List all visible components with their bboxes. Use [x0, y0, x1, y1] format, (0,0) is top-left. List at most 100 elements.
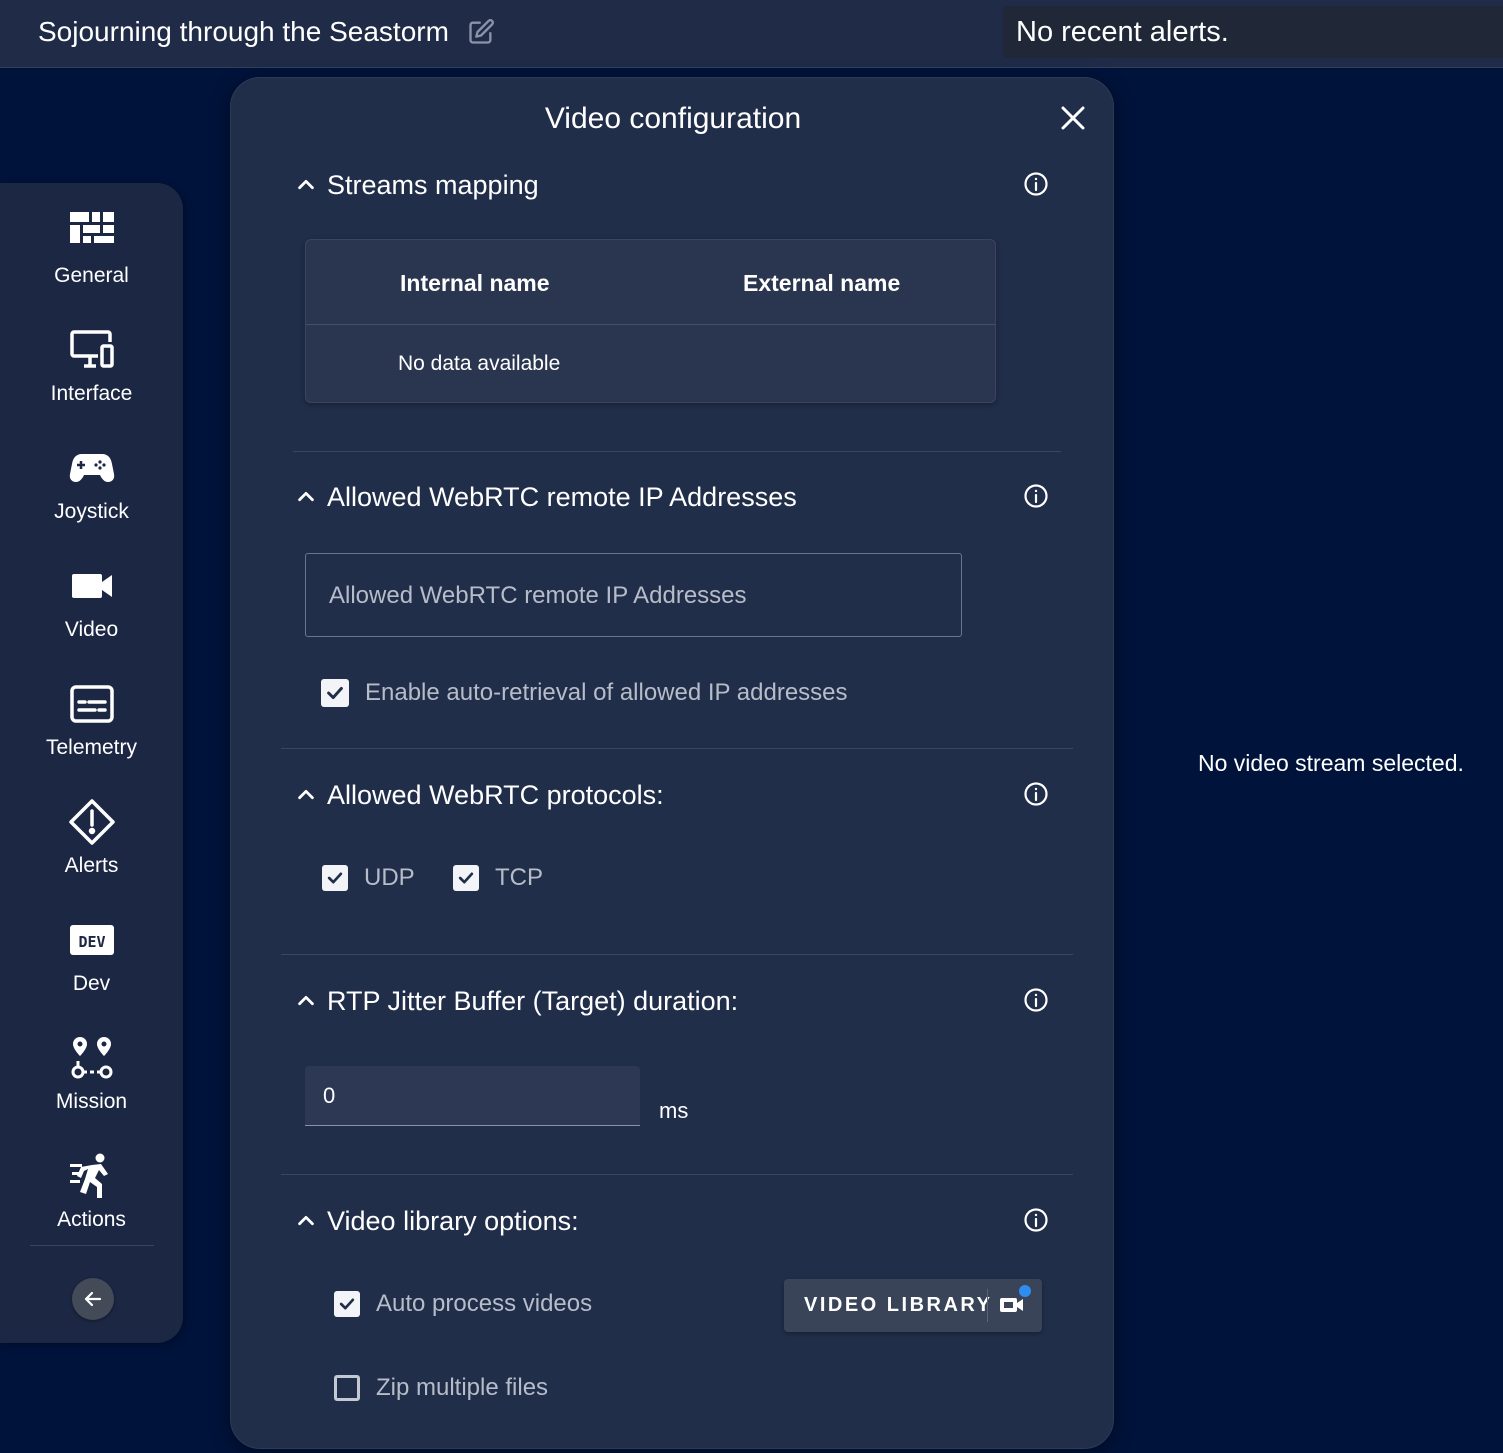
sidebar-item-alerts[interactable]: Alerts: [0, 779, 183, 897]
sidebar-item-label: Telemetry: [45, 736, 138, 759]
udp-checkbox-row[interactable]: UDP: [322, 864, 415, 892]
zip-files-checkbox-row[interactable]: Zip multiple files: [334, 1374, 548, 1402]
zip-files-label: Zip multiple files: [376, 1374, 549, 1401]
sidebar-item-label: Mission: [55, 1090, 128, 1113]
info-icon[interactable]: [1023, 781, 1049, 807]
collapse-sidebar-button[interactable]: [72, 1278, 114, 1320]
edit-icon[interactable]: [467, 18, 495, 46]
udp-checkbox[interactable]: [322, 865, 348, 891]
tcp-checkbox[interactable]: [453, 865, 479, 891]
devices-icon: [69, 330, 114, 368]
udp-label: UDP: [364, 864, 415, 891]
section-divider: [281, 748, 1073, 749]
section-title: Video library options:: [327, 1205, 579, 1236]
ip-addresses-input[interactable]: Allowed WebRTC remote IP Addresses: [305, 553, 962, 637]
table-empty-message: No data available: [398, 352, 561, 375]
check-icon: [339, 1298, 355, 1310]
zip-files-checkbox[interactable]: [334, 1375, 360, 1401]
jitter-buffer-unit: ms: [659, 1098, 689, 1123]
auto-retrieval-label: Enable auto-retrieval of allowed IP addr…: [365, 679, 848, 706]
section-title: RTP Jitter Buffer (Target) duration:: [327, 985, 739, 1016]
config-sidebar: General Interface Joystick Video Telemet…: [0, 183, 183, 1343]
check-icon: [327, 872, 343, 884]
sidebar-item-label: Alerts: [64, 854, 119, 877]
column-header-external-name[interactable]: External name: [743, 270, 900, 297]
auto-retrieval-checkbox[interactable]: [321, 679, 349, 707]
auto-retrieval-checkbox-row[interactable]: Enable auto-retrieval of allowed IP addr…: [321, 679, 848, 707]
section-title: Allowed WebRTC protocols:: [327, 779, 664, 810]
no-video-message: No video stream selected.: [1198, 750, 1464, 776]
sidebar-divider: [30, 1245, 154, 1246]
sidebar-item-label: Interface: [50, 382, 133, 405]
table-header-divider: [306, 324, 995, 325]
info-icon[interactable]: [1023, 1207, 1049, 1233]
auto-process-label: Auto process videos: [376, 1290, 593, 1317]
section-header-video-library[interactable]: Video library options:: [295, 1203, 579, 1239]
info-icon[interactable]: [1023, 987, 1049, 1013]
video-camera-icon: [71, 574, 112, 598]
sidebar-item-label: Dev: [72, 972, 111, 995]
chevron-up-icon: [298, 995, 314, 1006]
section-header-protocols[interactable]: Allowed WebRTC protocols:: [295, 777, 664, 813]
chevron-up-icon: [298, 491, 314, 502]
sidebar-item-interface[interactable]: Interface: [0, 307, 183, 425]
sidebar-item-video[interactable]: Video: [0, 543, 183, 661]
chevron-up-icon: [298, 789, 314, 800]
close-icon[interactable]: [1057, 102, 1089, 134]
top-bar: Sojourning through the Seastorm No recen…: [0, 0, 1503, 68]
alerts-text: No recent alerts.: [1016, 16, 1229, 48]
mission-name: Sojourning through the Seastorm: [38, 16, 449, 47]
tcp-label: TCP: [495, 864, 543, 891]
jitter-buffer-value: 0: [323, 1083, 336, 1108]
mission-title: Sojourning through the Seastorm: [38, 16, 495, 48]
sidebar-item-telemetry[interactable]: Telemetry: [0, 661, 183, 779]
check-icon: [458, 872, 474, 884]
ip-addresses-placeholder: Allowed WebRTC remote IP Addresses: [329, 582, 747, 609]
sidebar-item-general[interactable]: General: [0, 189, 183, 307]
auto-process-checkbox[interactable]: [334, 1291, 360, 1317]
alert-diamond-icon: [68, 799, 115, 845]
run-fast-icon: [69, 1153, 108, 1198]
sidebar-item-actions[interactable]: Actions: [0, 1133, 183, 1251]
tcp-checkbox-row[interactable]: TCP: [453, 864, 543, 892]
button-divider: [987, 1289, 988, 1322]
notification-badge: [1019, 1285, 1031, 1297]
info-icon[interactable]: [1023, 483, 1049, 509]
app-root: Sojourning through the Seastorm No recen…: [0, 0, 1503, 1453]
info-icon[interactable]: [1023, 171, 1049, 197]
section-divider: [293, 451, 1061, 452]
auto-process-checkbox-row[interactable]: Auto process videos: [334, 1290, 592, 1318]
section-header-jitter-buffer[interactable]: RTP Jitter Buffer (Target) duration:: [295, 983, 738, 1019]
chevron-up-icon: [298, 179, 314, 190]
check-icon: [327, 686, 343, 700]
arrow-left-icon: [84, 1291, 102, 1307]
sidebar-item-dev[interactable]: DEV Dev: [0, 897, 183, 1015]
sidebar-item-joystick[interactable]: Joystick: [0, 425, 183, 543]
sidebar-item-label: General: [54, 264, 129, 287]
chevron-up-icon: [298, 1215, 314, 1226]
jitter-buffer-input[interactable]: 0: [305, 1066, 640, 1126]
alerts-bar[interactable]: No recent alerts.: [1003, 6, 1503, 58]
sidebar-item-label: Video: [64, 618, 119, 641]
section-header-ip-addresses[interactable]: Allowed WebRTC remote IP Addresses: [295, 479, 797, 515]
video-library-icon: [1000, 1298, 1023, 1312]
section-header-streams[interactable]: Streams mapping: [295, 167, 539, 203]
video-library-button-label: VIDEO LIBRARY: [804, 1294, 993, 1316]
dashboard-icon: [69, 212, 114, 243]
dev-icon: DEV: [69, 925, 114, 955]
video-library-button[interactable]: VIDEO LIBRARY: [784, 1279, 1042, 1332]
sidebar-item-label: Joystick: [54, 500, 129, 523]
sidebar-item-mission[interactable]: Mission: [0, 1015, 183, 1133]
video-configuration-dialog: Video configuration Streams mapping Inte…: [230, 77, 1114, 1449]
dialog-title: Video configuration: [544, 102, 802, 135]
sidebar-item-label: Actions: [57, 1208, 126, 1231]
streams-mapping-table: Internal name External name No data avai…: [305, 239, 996, 403]
dev-badge-text: DEV: [78, 933, 105, 951]
map-marker-path-icon: [71, 1037, 112, 1079]
gamepad-icon: [69, 454, 114, 482]
section-divider: [281, 954, 1073, 955]
section-title: Streams mapping: [327, 169, 539, 200]
subtitles-icon: [69, 685, 114, 723]
column-header-internal-name[interactable]: Internal name: [400, 270, 550, 297]
section-divider: [281, 1174, 1073, 1175]
